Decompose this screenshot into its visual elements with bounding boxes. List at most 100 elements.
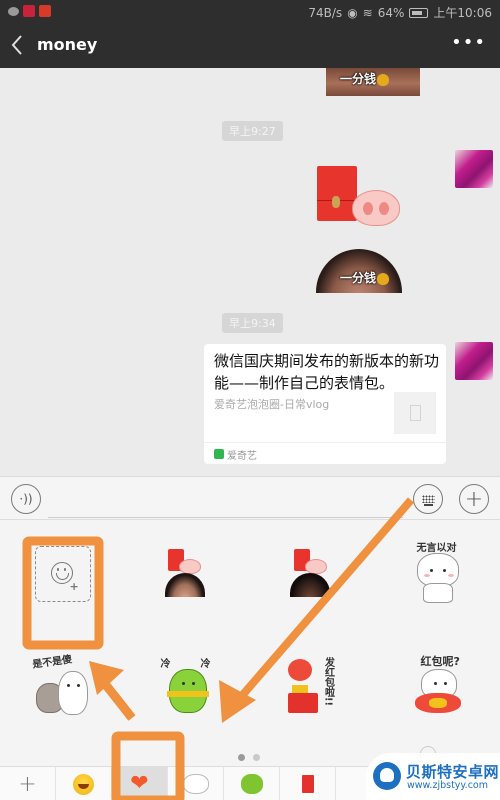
more-button[interactable]: ••• bbox=[451, 32, 486, 53]
sticker-caption: 一分钱 bbox=[340, 72, 377, 86]
iqiyi-icon bbox=[214, 449, 224, 459]
link-footer: 爱奇艺 bbox=[204, 442, 446, 464]
chat-title: money bbox=[37, 35, 98, 54]
battery-icon bbox=[409, 7, 429, 18]
where-red-packet-sticker: 红包呢? bbox=[403, 653, 473, 723]
battery-percent: 64% bbox=[377, 5, 405, 20]
add-tab[interactable]: + bbox=[0, 767, 56, 800]
notification-icons bbox=[8, 5, 51, 17]
back-button[interactable] bbox=[10, 32, 30, 60]
red-box-icon bbox=[287, 693, 318, 713]
sticker-caption: 冷 bbox=[160, 659, 171, 670]
emoji-tab[interactable] bbox=[56, 767, 112, 800]
sticker-caption: 是不是傻 bbox=[31, 654, 73, 671]
avatar[interactable] bbox=[455, 150, 493, 188]
scarf bbox=[166, 691, 209, 697]
sticker-caption: 发红包啦!! bbox=[322, 657, 334, 707]
heart-icon: ❤ bbox=[130, 771, 149, 796]
timestamp: 早上9:27 bbox=[222, 121, 283, 141]
watermark-url: www.zjbstyy.com bbox=[407, 780, 488, 791]
pig-coin-icon bbox=[287, 659, 312, 681]
sticker-item[interactable]: 发红包啦!! bbox=[250, 638, 375, 738]
input-bar: ·)) + bbox=[0, 476, 500, 520]
cat-pack-tab[interactable] bbox=[168, 767, 224, 800]
pig-nose-icon bbox=[352, 190, 400, 226]
wifi-icon: ≋ bbox=[362, 5, 373, 20]
sticker-item[interactable] bbox=[125, 524, 250, 624]
face-icon bbox=[289, 573, 330, 597]
net-speed: 74B/s bbox=[308, 5, 343, 20]
message-list[interactable]: 一分钱 早上9:27 一分钱 早上9:34 微信国庆期间发布的新版本的新功能——… bbox=[0, 68, 500, 476]
cat-speechless-sticker: 无言以对 bbox=[403, 539, 473, 609]
eye-icon: ◉ bbox=[347, 5, 358, 20]
red-packet-pack-tab[interactable] bbox=[280, 767, 336, 800]
sticker-panel: + 无言以对 是不是傻 冷 冷 发红包啦!! 红包呢? bbox=[0, 520, 500, 766]
frog-icon bbox=[240, 774, 263, 794]
red-packet-pig-face-sticker-2 bbox=[278, 539, 348, 609]
sticker-caption: 一分钱 bbox=[340, 271, 377, 285]
avatar[interactable] bbox=[455, 342, 493, 380]
cat-icon bbox=[416, 553, 459, 587]
message-sticker[interactable]: 一分钱 bbox=[326, 68, 420, 96]
white-cat-icon bbox=[57, 671, 88, 715]
plus-icon: + bbox=[69, 580, 79, 593]
message-sticker[interactable] bbox=[316, 166, 402, 226]
link-thumbnail bbox=[394, 392, 436, 434]
page-indicator bbox=[238, 754, 260, 761]
voice-button[interactable]: ·)) bbox=[11, 484, 41, 514]
two-cats-sticker: 是不是傻 bbox=[28, 653, 98, 723]
page-dot-active[interactable] bbox=[238, 754, 245, 761]
sticker-caption: 冷 bbox=[200, 659, 211, 670]
page-dot[interactable] bbox=[253, 754, 260, 761]
sticker-item[interactable]: 冷 冷 bbox=[125, 638, 250, 738]
shell-logo-icon bbox=[373, 762, 401, 790]
frog-pack-tab[interactable] bbox=[224, 767, 280, 800]
pig-nose-icon bbox=[304, 559, 327, 574]
cat-body bbox=[422, 583, 453, 603]
moneybag-icon bbox=[377, 73, 390, 86]
pig-nose-icon bbox=[178, 559, 201, 574]
status-icons: 74B/s ◉ ≋ 64% 上午10:06 bbox=[308, 4, 492, 21]
wechat-icon bbox=[8, 6, 19, 16]
watermark: 贝斯特安卓网 www.zjbstyy.com bbox=[366, 753, 500, 800]
sticker-item[interactable]: 无言以对 bbox=[375, 524, 500, 624]
sticker-caption: 红包呢? bbox=[420, 655, 460, 668]
keyboard-icon bbox=[421, 495, 435, 506]
chevron-left-icon bbox=[11, 35, 22, 55]
timestamp: 早上9:34 bbox=[222, 313, 283, 333]
link-title: 微信国庆期间发布的新版本的新功能——制作自己的表情包。 bbox=[214, 352, 440, 392]
sticker-item[interactable]: 红包呢? bbox=[375, 638, 500, 738]
sticker-item[interactable]: 是不是傻 bbox=[0, 638, 125, 738]
red-pig-icon bbox=[414, 693, 461, 713]
link-app-name: 爱奇艺 bbox=[227, 451, 257, 462]
red-packet-icon bbox=[317, 166, 357, 221]
add-sticker-button[interactable]: + bbox=[0, 524, 125, 624]
smiley-icon bbox=[73, 773, 94, 795]
sticker-caption: 无言以对 bbox=[416, 543, 457, 554]
plus-icon: + bbox=[18, 771, 37, 797]
more-icon: ••• bbox=[451, 32, 486, 53]
sticker-item[interactable] bbox=[250, 524, 375, 624]
message-sticker[interactable]: 一分钱 bbox=[316, 249, 402, 293]
watermark-name: 贝斯特安卓网 bbox=[406, 763, 500, 781]
link-message-card[interactable]: 微信国庆期间发布的新版本的新功能——制作自己的表情包。 爱奇艺泡泡圈-日常vlo… bbox=[204, 344, 446, 464]
app-notification-icon bbox=[23, 5, 35, 17]
cold-frog-sticker: 冷 冷 bbox=[153, 653, 223, 723]
message-input[interactable] bbox=[48, 486, 403, 518]
cat-icon bbox=[182, 774, 209, 794]
favorites-tab[interactable]: ❤ bbox=[112, 767, 168, 800]
plus-icon: + bbox=[464, 486, 484, 512]
app-notification-icon bbox=[39, 5, 51, 17]
add-sticker-frame: + bbox=[34, 546, 91, 602]
send-red-packet-sticker: 发红包啦!! bbox=[278, 653, 348, 723]
chat-header: money ••• bbox=[0, 24, 500, 68]
clock: 上午10:06 bbox=[433, 6, 492, 20]
face-icon bbox=[164, 573, 205, 597]
status-bar: 74B/s ◉ ≋ 64% 上午10:06 bbox=[0, 0, 500, 24]
keyboard-button[interactable] bbox=[413, 484, 443, 514]
red-packet-pig-face-sticker bbox=[153, 539, 223, 609]
voice-icon: ·)) bbox=[19, 492, 33, 506]
link-source: 爱奇艺泡泡圈-日常vlog bbox=[214, 398, 330, 411]
more-functions-button[interactable]: + bbox=[459, 484, 489, 514]
moneybag-icon bbox=[377, 272, 390, 285]
